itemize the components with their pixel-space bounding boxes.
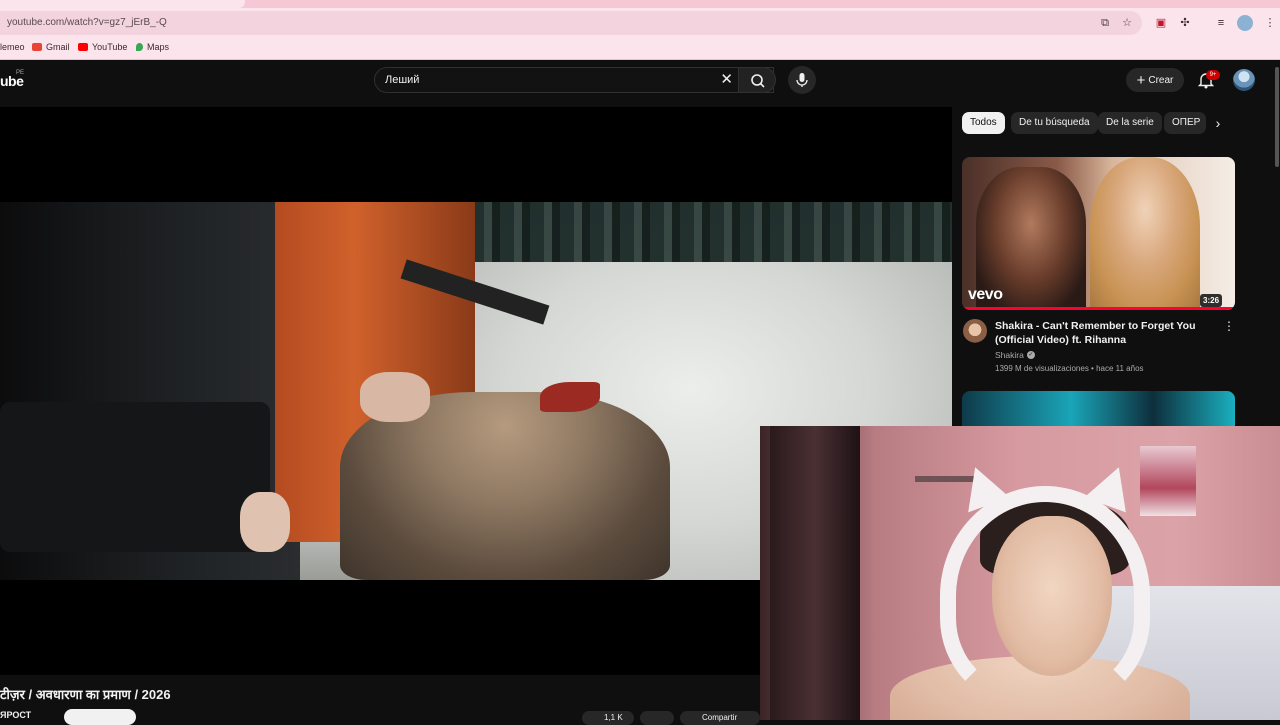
country-code: PE [16, 70, 25, 76]
bookmark-label: Gmail [46, 42, 70, 52]
chip-de-tu-busqueda[interactable]: De tu búsqueda [1011, 112, 1098, 134]
video-thumbnail[interactable] [962, 157, 1235, 310]
create-label: Crear [1148, 74, 1174, 86]
watch-progress-bar [962, 307, 1235, 310]
bookmark-label: Maps [147, 42, 170, 52]
address-bar[interactable]: youtube.com/watch?v=gz7_jErB_-Q ⧉ ☆ [0, 11, 1142, 35]
kebab-icon[interactable]: ⋮ [1223, 319, 1235, 333]
recommended-channel-name[interactable]: Shakira [995, 350, 1024, 360]
channel-avatar[interactable] [963, 319, 987, 343]
browser-toolbar: youtube.com/watch?v=gz7_jErB_-Q ⧉ ☆ ▣ ✣ … [0, 8, 1280, 38]
wardrobe [770, 426, 860, 720]
bookmark-gmail[interactable]: Gmail [32, 42, 70, 52]
like-count: 1,1 K [604, 713, 623, 722]
active-tab[interactable] [0, 0, 245, 8]
install-icon[interactable]: ⧉ [1098, 16, 1112, 30]
extension-icon[interactable]: ▣ [1153, 15, 1169, 31]
profile-icon[interactable] [1237, 15, 1253, 31]
recommended-channel[interactable]: Shakira ✓ [995, 350, 1035, 360]
headset [940, 486, 1150, 706]
notification-badge: 9+ [1206, 70, 1220, 80]
create-button[interactable]: + Crear [1126, 68, 1184, 92]
like-button[interactable]: 1,1 K [582, 711, 634, 725]
tab-strip [0, 0, 1280, 8]
thumbnail-person [1090, 157, 1200, 310]
search-button[interactable] [738, 67, 776, 93]
mic-icon [796, 73, 808, 87]
bookmark-item[interactable]: lemeo [0, 42, 25, 52]
webcam-overlay [760, 426, 1280, 720]
video-title: टीज़र / अवधारणा का प्रमाण / 2026 [0, 687, 171, 702]
recommended-video-title[interactable]: Shakira - Can't Remember to Forget You (… [995, 319, 1210, 347]
bookmark-label: lemeo [0, 42, 25, 52]
chip-oper[interactable]: ОПЕР [1164, 112, 1206, 134]
chevron-right-icon[interactable]: › [1208, 113, 1228, 133]
bookmarks-bar: lemeo Gmail YouTube Maps [0, 38, 1280, 60]
clear-icon[interactable]: ✕ [720, 72, 733, 88]
bookmark-label: YouTube [92, 42, 128, 52]
menu-icon[interactable]: ⋮ [1262, 15, 1278, 31]
chainsaw [0, 402, 270, 552]
share-label: Compartir [702, 713, 738, 722]
vevo-watermark: vevo [968, 286, 1003, 303]
voice-search-button[interactable] [788, 66, 816, 94]
chip-todos[interactable]: Todos [962, 112, 1005, 134]
avatar[interactable] [1233, 69, 1255, 91]
filter-chips: Todos De tu búsqueda De la serie ОПЕР [962, 112, 1232, 136]
bookmark-maps[interactable]: Maps [136, 42, 169, 52]
recommended-video-meta: 1399 M de visualizaciones • hace 11 años [995, 364, 1144, 373]
search-input[interactable]: Леший ✕ [374, 67, 774, 93]
search-query[interactable]: Леший [385, 74, 419, 86]
video-thumbnail[interactable] [962, 391, 1235, 427]
dislike-button[interactable] [640, 711, 674, 725]
verified-icon: ✓ [1026, 351, 1035, 359]
wall-poster [1140, 446, 1196, 516]
video-info: टीज़र / अवधारणा का प्रमाण / 2026 ЯРОСТ 1… [0, 675, 760, 725]
channel-name[interactable]: ЯРОСТ [0, 710, 31, 720]
video-duration: 3:26 [1200, 294, 1223, 307]
bookmark-youtube[interactable]: YouTube [78, 42, 127, 52]
queue-icon[interactable]: ≡ [1213, 15, 1229, 31]
hand [360, 372, 430, 422]
star-icon[interactable]: ☆ [1120, 16, 1134, 30]
share-button[interactable]: Compartir [680, 711, 760, 725]
youtube-icon [78, 43, 88, 51]
hand [240, 492, 290, 552]
maps-icon [136, 43, 143, 51]
puzzle-icon[interactable]: ✣ [1177, 15, 1193, 31]
plus-icon: + [1136, 71, 1146, 89]
gmail-icon [32, 43, 42, 51]
red-leaf [540, 382, 600, 412]
scrollbar-thumb[interactable] [1275, 67, 1279, 167]
url-text[interactable]: youtube.com/watch?v=gz7_jErB_-Q [7, 17, 167, 28]
search-icon [751, 74, 765, 88]
chip-de-la-serie[interactable]: De la serie [1098, 112, 1162, 134]
youtube-header: ube PE Леший ✕ + Crear 9+ [0, 61, 1280, 101]
subscribe-button[interactable] [64, 709, 136, 725]
